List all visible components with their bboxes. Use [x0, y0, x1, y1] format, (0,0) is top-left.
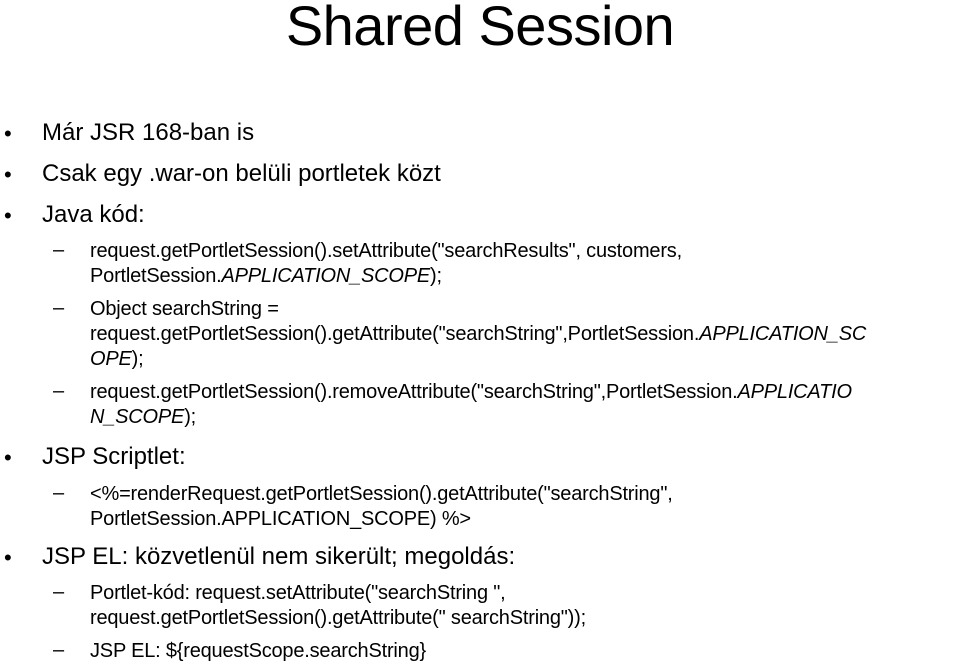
- bullet-icon: •: [4, 121, 12, 146]
- code-get-attribute-line-1: Object searchString =: [90, 297, 279, 321]
- dash-icon: –: [53, 639, 65, 661]
- code-portlet-line-1: Portlet-kód: request.setAttribute("searc…: [90, 582, 506, 604]
- code-text: );: [131, 348, 144, 370]
- code-text: );: [184, 406, 197, 428]
- dash-icon: –: [53, 239, 65, 261]
- code-text: PortletSession.: [90, 265, 222, 287]
- code-set-attribute-line-2: PortletSession.APPLICATION_SCOPE);: [90, 264, 442, 288]
- bullet-item-war-scope: Csak egy .war-on belüli portletek közt: [42, 160, 441, 187]
- code-constant: APPLICATION_SC: [699, 323, 867, 345]
- code-text: request.getPortletSession().removeAttrib…: [90, 381, 738, 403]
- code-constant: N_SCOPE: [90, 406, 185, 428]
- code-set-attribute-line-1: request.getPortletSession().setAttribute…: [90, 239, 682, 263]
- bullet-icon: •: [4, 545, 12, 570]
- code-get-attribute-line-3: OPE);: [90, 347, 144, 371]
- dash-icon: –: [53, 380, 65, 402]
- slide-title: Shared Session: [285, 0, 675, 57]
- code-constant: APPLICATIO: [737, 381, 852, 403]
- code-constant: OPE: [90, 348, 132, 370]
- bullet-item-java-code: Java kód:: [42, 201, 145, 228]
- code-text: );: [430, 265, 442, 287]
- bullet-item-jsr168: Már JSR 168-ban is: [42, 119, 255, 146]
- code-remove-attribute-line-1: request.getPortletSession().removeAttrib…: [90, 380, 852, 404]
- dash-icon: –: [53, 581, 65, 603]
- code-jsp-el-line: JSP EL: ${requestScope.searchString}: [90, 640, 426, 662]
- code-get-attribute-line-2: request.getPortletSession().getAttribute…: [90, 322, 866, 346]
- code-remove-attribute-line-2: N_SCOPE);: [90, 405, 196, 429]
- bullet-icon: •: [4, 445, 12, 470]
- dash-icon: –: [53, 482, 65, 504]
- code-portlet-line-2: request.getPortletSession().getAttribute…: [90, 607, 586, 629]
- bullet-item-jsp-el: JSP EL: közvetlenül nem sikerült; megold…: [42, 543, 516, 570]
- dash-icon: –: [53, 297, 65, 319]
- bullet-icon: •: [4, 203, 12, 228]
- code-constant: APPLICATION_SCOPE: [221, 265, 431, 287]
- bullet-icon: •: [4, 162, 12, 187]
- code-text: request.getPortletSession().getAttribute…: [90, 323, 700, 345]
- bullet-item-jsp-scriptlet: JSP Scriptlet:: [42, 443, 186, 470]
- code-text: request.getPortletSession().setAttribute…: [90, 240, 682, 262]
- code-scriptlet-line-1: <%=renderRequest.getPortletSession().get…: [90, 483, 673, 505]
- code-text: Object searchString =: [90, 298, 279, 320]
- code-scriptlet-line-2: PortletSession.APPLICATION_SCOPE) %>: [90, 508, 471, 530]
